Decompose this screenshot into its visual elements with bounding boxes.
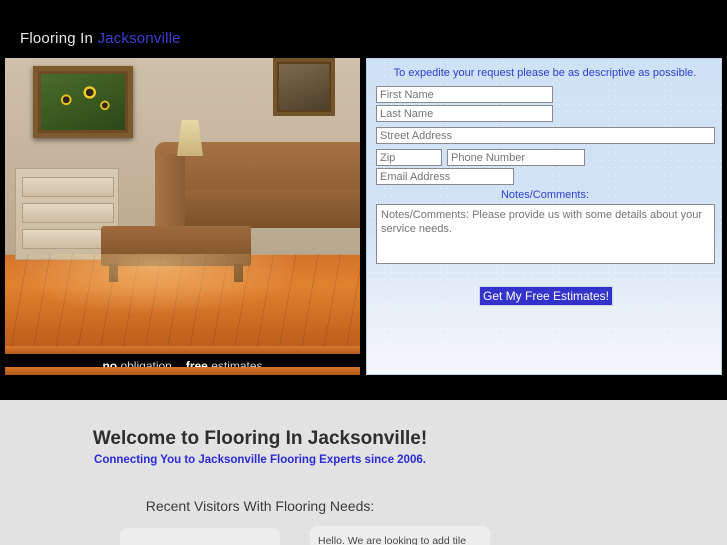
dresser-drawer <box>22 203 114 223</box>
brand-prefix: Flooring In <box>20 30 98 47</box>
first-name-input[interactable] <box>376 86 553 103</box>
hero-room-photo: no obligation free estimates <box>5 58 360 375</box>
framed-sunflower-painting <box>33 66 133 138</box>
phone-number-input[interactable] <box>447 149 585 166</box>
content-section: Welcome to Flooring In Jacksonville! Con… <box>0 400 727 545</box>
welcome-heading: Welcome to Flooring In Jacksonville! <box>92 428 428 449</box>
visitor-testimonial-bubble: Hello. We are looking to add tile <box>310 526 490 545</box>
hero-section: no obligation free estimates To expedite… <box>0 58 727 375</box>
quote-form-panel: To expedite your request please be as de… <box>366 58 722 375</box>
recent-visitors-heading: Recent Visitors With Flooring Needs: <box>145 498 375 514</box>
form-intro-text: To expedite your request please be as de… <box>393 67 697 79</box>
site-brand[interactable]: Flooring In Jacksonville <box>20 30 181 47</box>
caption-bottom-band <box>5 367 360 375</box>
framed-wall-picture <box>273 58 335 116</box>
zip-input[interactable] <box>376 149 442 166</box>
caption-top-band <box>5 346 360 354</box>
get-free-estimates-button[interactable]: Get My Free Estimates! <box>479 286 613 306</box>
dresser-drawer <box>22 177 114 197</box>
street-address-input[interactable] <box>376 127 715 144</box>
site-header: Flooring In Jacksonville <box>0 0 727 56</box>
brand-city: Jacksonville <box>97 30 181 47</box>
email-address-input[interactable] <box>376 168 514 185</box>
page-root: Flooring In Jacksonville no obligation f… <box>0 0 727 545</box>
tagline: Connecting You to Jacksonville Flooring … <box>94 454 426 466</box>
visitor-avatar-placeholder <box>120 528 280 545</box>
notes-textarea[interactable] <box>376 204 715 264</box>
wall-picture-art <box>279 64 329 110</box>
section-divider <box>0 375 727 400</box>
notes-label: Notes/Comments: <box>500 189 590 201</box>
sofa-seat <box>155 190 360 228</box>
painting-art <box>41 74 125 130</box>
last-name-input[interactable] <box>376 105 553 122</box>
